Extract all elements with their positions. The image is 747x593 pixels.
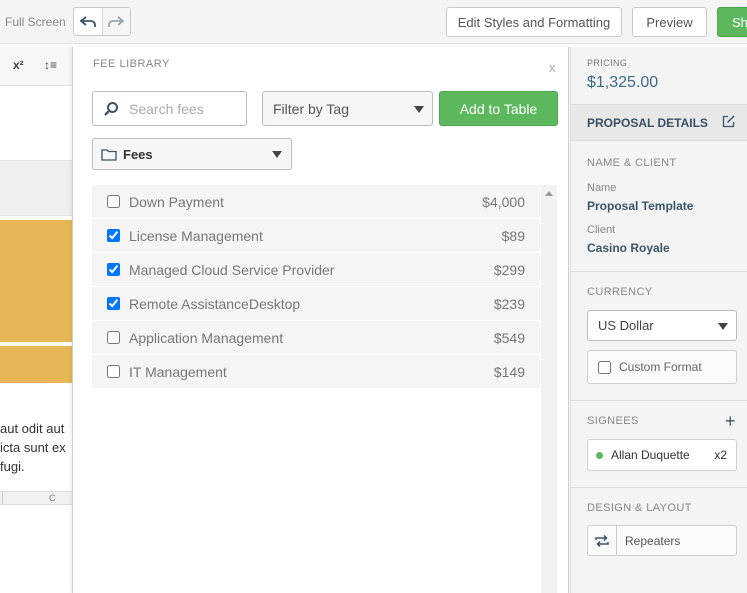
proposal-sidebar: PRICING $1,325.00 PROPOSAL DETAILS NAME … bbox=[570, 47, 747, 593]
repeat-icon bbox=[588, 526, 617, 555]
paragraph-line: icta sunt ex bbox=[0, 440, 66, 455]
chevron-down-icon bbox=[272, 151, 282, 158]
fee-price: $239 bbox=[493, 296, 525, 312]
name-client-title: NAME & CLIENT bbox=[587, 157, 677, 169]
pricing-label: PRICING bbox=[587, 58, 628, 68]
custom-format-checkbox[interactable] bbox=[598, 360, 611, 374]
fee-checkbox[interactable] bbox=[107, 331, 120, 344]
chevron-down-icon bbox=[414, 106, 424, 113]
fee-price: $549 bbox=[493, 330, 525, 346]
fee-checkbox[interactable] bbox=[107, 229, 120, 242]
fee-list-scrollbar[interactable] bbox=[541, 185, 557, 593]
folder-select[interactable]: Fees bbox=[92, 138, 292, 170]
line-height-icon[interactable]: ↕≡ bbox=[44, 58, 57, 72]
pricing-value: $1,325.00 bbox=[587, 74, 659, 91]
divider bbox=[571, 271, 747, 272]
chevron-down-icon bbox=[718, 323, 728, 330]
folder-icon bbox=[101, 148, 117, 161]
signee-name: Allan Duquette bbox=[611, 448, 690, 462]
fee-name: License Management bbox=[129, 228, 263, 244]
name-value[interactable]: Proposal Template bbox=[587, 199, 693, 213]
paragraph-line: aut odit aut bbox=[0, 421, 65, 436]
fee-price: $149 bbox=[493, 364, 525, 380]
name-label: Name bbox=[587, 182, 617, 194]
fee-row[interactable]: Down Payment $4,000 bbox=[92, 185, 540, 219]
table-column-header: C bbox=[0, 491, 72, 505]
fullscreen-button[interactable]: Full Screen bbox=[5, 15, 66, 29]
share-button[interactable]: Sh bbox=[717, 7, 747, 37]
close-icon[interactable]: x bbox=[549, 60, 556, 75]
signee-item[interactable]: Allan Duquette x2 bbox=[587, 439, 737, 471]
add-signee-button[interactable]: + bbox=[725, 412, 736, 430]
editor-block-grey bbox=[0, 160, 72, 216]
custom-format-label: Custom Format bbox=[619, 360, 702, 374]
fee-row[interactable]: License Management $89 bbox=[92, 219, 540, 253]
fee-price: $4,000 bbox=[482, 194, 525, 210]
currency-value: US Dollar bbox=[598, 318, 654, 333]
scroll-up-icon[interactable] bbox=[545, 191, 553, 196]
client-label: Client bbox=[587, 224, 616, 236]
undo-button[interactable] bbox=[74, 8, 102, 35]
fee-row[interactable]: Application Management $549 bbox=[92, 321, 540, 355]
design-layout-title: DESIGN & LAYOUT bbox=[587, 502, 692, 514]
editor-paragraph[interactable]: aut odit aut icta sunt ex fugi. bbox=[0, 419, 72, 476]
proposal-details-title: PROPOSAL DETAILS bbox=[587, 116, 708, 130]
divider bbox=[571, 400, 747, 401]
proposal-details-header: PROPOSAL DETAILS bbox=[571, 104, 747, 141]
column-divider bbox=[2, 492, 3, 504]
add-to-table-button[interactable]: Add to Table bbox=[439, 91, 558, 126]
fee-checkbox[interactable] bbox=[107, 297, 120, 310]
edit-styles-button[interactable]: Edit Styles and Formatting bbox=[446, 7, 622, 37]
undo-icon bbox=[79, 15, 96, 27]
search-fees-input[interactable] bbox=[129, 100, 239, 117]
folder-label: Fees bbox=[123, 146, 153, 162]
format-toolbar: x² ↕≡ bbox=[0, 46, 72, 86]
status-dot-icon bbox=[596, 451, 603, 459]
filter-by-tag-select[interactable]: Filter by Tag bbox=[262, 91, 433, 126]
fee-checkbox[interactable] bbox=[107, 195, 120, 208]
repeaters-label: Repeaters bbox=[625, 533, 681, 548]
undo-redo-group bbox=[73, 7, 131, 36]
fee-library-title: FEE LIBRARY bbox=[93, 58, 170, 70]
fee-checkbox[interactable] bbox=[107, 365, 120, 378]
editor-block-gold-lower bbox=[0, 346, 72, 383]
fee-row[interactable]: IT Management $149 bbox=[92, 355, 540, 389]
fee-library-panel: FEE LIBRARY x Filter by Tag Add to Table… bbox=[72, 47, 569, 593]
redo-button[interactable] bbox=[101, 8, 130, 35]
fee-row[interactable]: Remote AssistanceDesktop $239 bbox=[92, 287, 540, 321]
fee-name: Application Management bbox=[129, 330, 284, 346]
preview-button[interactable]: Preview bbox=[632, 7, 707, 37]
repeaters-button[interactable]: Repeaters bbox=[587, 525, 737, 556]
client-value[interactable]: Casino Royale bbox=[587, 241, 670, 255]
fee-checkbox[interactable] bbox=[107, 263, 120, 276]
custom-format-toggle[interactable]: Custom Format bbox=[587, 350, 737, 384]
fee-name: Down Payment bbox=[129, 194, 224, 210]
divider bbox=[571, 487, 747, 488]
redo-icon bbox=[108, 15, 125, 27]
currency-title: CURRENCY bbox=[587, 286, 653, 298]
search-fees-field[interactable] bbox=[92, 91, 247, 126]
edit-icon[interactable] bbox=[722, 115, 735, 133]
currency-select[interactable]: US Dollar bbox=[587, 310, 737, 341]
fee-list: Down Payment $4,000 License Management $… bbox=[92, 185, 540, 593]
paragraph-line: fugi. bbox=[0, 459, 25, 474]
fee-row[interactable]: Managed Cloud Service Provider $299 bbox=[92, 253, 540, 287]
fee-price: $89 bbox=[501, 228, 525, 244]
editor-canvas: x² ↕≡ aut odit aut icta sunt ex fugi. C bbox=[0, 46, 72, 593]
editor-block-gold bbox=[0, 220, 72, 342]
signee-count: x2 bbox=[714, 448, 727, 462]
superscript-icon[interactable]: x² bbox=[13, 58, 24, 72]
fee-name: IT Management bbox=[129, 364, 227, 380]
filter-label: Filter by Tag bbox=[273, 100, 349, 117]
fee-name: Remote AssistanceDesktop bbox=[129, 296, 301, 312]
search-icon bbox=[93, 92, 129, 125]
fee-price: $299 bbox=[493, 262, 525, 278]
column-label: C bbox=[49, 493, 56, 503]
signees-title: SIGNEES bbox=[587, 415, 639, 427]
fee-name: Managed Cloud Service Provider bbox=[129, 262, 335, 278]
top-toolbar: Full Screen Edit Styles and Formatting P… bbox=[0, 0, 747, 44]
